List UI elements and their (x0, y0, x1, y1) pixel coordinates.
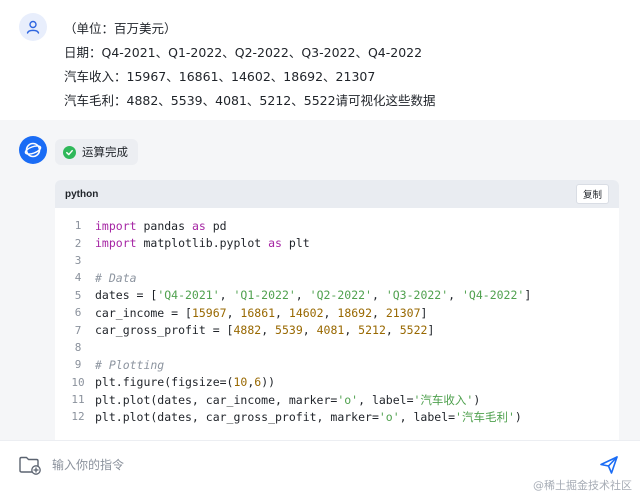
code-language-label: python (65, 188, 99, 200)
code-line: 9 # Plotting (55, 356, 619, 373)
code-line: 10 plt.figure(figsize=(10,6)) (55, 374, 619, 391)
code-line: 8 (55, 339, 619, 356)
user-message: （单位：百万美元） 日期：Q4-2021、Q1-2022、Q2-2022、Q3-… (0, 0, 640, 120)
watermark: @稀土掘金技术社区 (533, 479, 632, 492)
code-block: python 复制 1 import pandas as pd 2 import m… (55, 180, 619, 442)
code-line: 5 dates = ['Q4-2021', 'Q1-2022', 'Q2-2022… (55, 287, 619, 304)
line-number: 4 (74, 271, 82, 285)
assistant-message: 运算完成 python 复制 1 import pandas as pd 2 imp… (0, 120, 640, 442)
user-message-text: （单位：百万美元） 日期：Q4-2021、Q1-2022、Q2-2022、Q3-… (64, 17, 436, 113)
line-number: 6 (74, 306, 82, 320)
code-line: 11 plt.plot(dates, car_income, marker='o'… (55, 391, 619, 408)
line-number: 5 (74, 288, 82, 302)
user-avatar-icon (19, 13, 47, 41)
user-line-income: 汽车收入：15967、16861、14602、18692、21307 (64, 69, 376, 84)
status-badge: 运算完成 (55, 139, 138, 165)
copy-button[interactable]: 复制 (575, 184, 609, 204)
code-line: 3 (55, 252, 619, 269)
line-number: 1 (74, 219, 82, 233)
user-line-dates: 日期：Q4-2021、Q1-2022、Q2-2022、Q3-2022、Q4-20… (64, 45, 423, 60)
code-line: 7 car_gross_profit = [4882, 5539, 4081, 5… (55, 321, 619, 338)
status-label: 运算完成 (82, 145, 128, 159)
line-number: 3 (74, 253, 82, 267)
user-line-unit: （单位：百万美元） (64, 21, 177, 36)
prompt-input[interactable] (52, 455, 552, 475)
code-line: 4 # Data (55, 269, 619, 286)
line-number: 9 (74, 358, 82, 372)
code-line: 1 import pandas as pd (55, 217, 619, 234)
send-icon[interactable] (598, 454, 620, 476)
folder-add-icon[interactable] (18, 454, 42, 476)
line-number: 10 (71, 375, 85, 389)
line-number: 8 (74, 340, 82, 354)
code-line: 6 car_income = [15967, 16861, 14602, 1869… (55, 304, 619, 321)
line-number: 12 (71, 410, 85, 424)
code-body: 1 import pandas as pd 2 import matplotlib.… (55, 208, 619, 426)
line-number: 11 (71, 393, 85, 407)
line-number: 2 (74, 236, 82, 250)
check-circle-icon (63, 145, 76, 159)
assistant-logo-icon (19, 136, 47, 164)
code-line: 2 import matplotlib.pyplot as plt (55, 234, 619, 251)
user-line-profit: 汽车毛利：4882、5539、4081、5212、5522请可视化这些数据 (64, 93, 436, 108)
line-number: 7 (74, 323, 82, 337)
code-block-header: python 复制 (55, 180, 619, 208)
input-bar: @稀土掘金技术社区 (0, 440, 640, 497)
code-line: 12 plt.plot(dates, car_gross_profit, mark… (55, 408, 619, 425)
